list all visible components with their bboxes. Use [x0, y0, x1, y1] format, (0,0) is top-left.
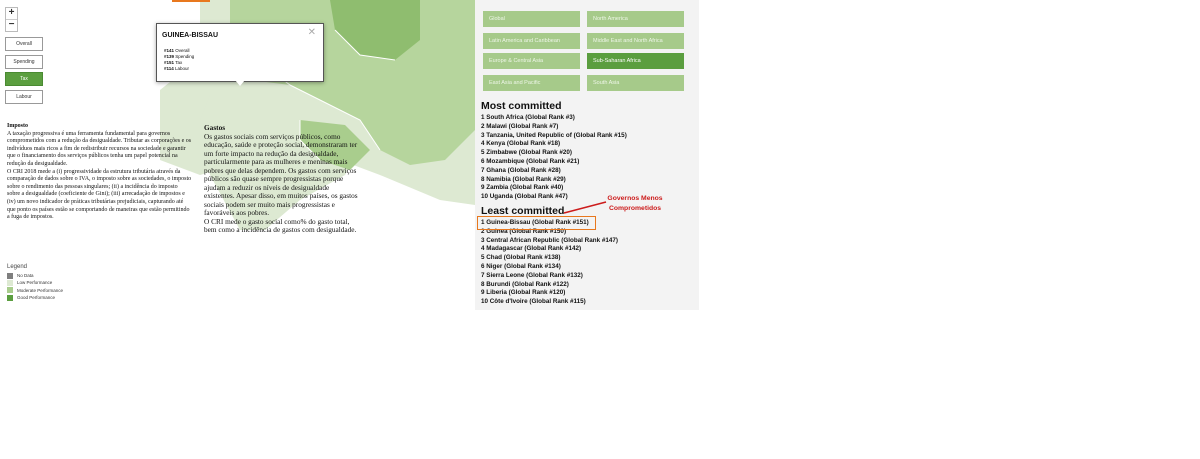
- legend-item: Low Performance: [7, 279, 63, 286]
- list-item: 2 Malawi (Global Rank #7): [481, 122, 559, 130]
- legend-label: Moderate Performance: [17, 287, 64, 293]
- imposto-heading: Imposto: [7, 123, 29, 129]
- list-item: 7 Sierra Leone (Global Rank #132): [481, 271, 583, 279]
- list-item: 4 Kenya (Global Rank #18): [481, 140, 561, 148]
- legend-item: Good Performance: [7, 294, 63, 301]
- popup-rank: #151: [164, 60, 175, 66]
- layer-overall-button[interactable]: Overall: [5, 37, 43, 51]
- annotation-label: Governos Menos Comprometidos: [603, 194, 667, 214]
- most-committed-title: Most committed: [481, 100, 562, 112]
- list-item: 9 Liberia (Global Rank #120): [481, 289, 566, 297]
- close-icon[interactable]: ✕: [308, 27, 316, 38]
- most-committed-list: 1 South Africa (Global Rank #3) 2 Malawi…: [481, 114, 627, 202]
- gastos-paragraph: Os gastos sociais com serviços públicos,…: [204, 131, 358, 217]
- legend-swatch-no-data: [7, 272, 13, 279]
- region-north-america-button[interactable]: North America: [587, 11, 684, 27]
- region-europe-central-asia-button[interactable]: Europe & Central Asia: [483, 53, 580, 69]
- list-item: 5 Chad (Global Rank #138): [481, 254, 561, 262]
- gastos-section: Gastos Os gastos sociais com serviços pú…: [204, 123, 360, 235]
- list-item: 4 Madagascar (Global Rank #142): [481, 245, 582, 253]
- region-east-asia-pacific-button[interactable]: East Asia and Pacific: [483, 75, 580, 91]
- list-item: 6 Mozambique (Global Rank #21): [481, 157, 580, 165]
- region-sub-saharan-africa-button[interactable]: Sub-Saharan Africa: [587, 53, 684, 69]
- ranking-panel: Global North America Latin America and C…: [475, 0, 699, 310]
- popup-rank: #141: [164, 48, 175, 53]
- legend-swatch-low: [7, 279, 13, 286]
- layer-tax-button[interactable]: Tax: [5, 72, 43, 86]
- zoom-control: + −: [5, 7, 18, 32]
- list-item: 5 Zimbabwe (Global Rank #20): [481, 149, 572, 157]
- list-item: 3 Central African Republic (Global Rank …: [481, 236, 618, 244]
- legend-swatch-good: [7, 294, 13, 301]
- popup-pointer: [235, 80, 245, 86]
- list-item: 7 Ghana (Global Rank #28): [481, 166, 561, 174]
- zoom-in-button[interactable]: +: [6, 8, 17, 19]
- popup-country-name: GUINEA-BISSAU: [162, 32, 219, 39]
- zoom-out-button[interactable]: −: [6, 19, 17, 31]
- layer-labour-button[interactable]: Labour: [5, 89, 43, 104]
- list-item: 1 South Africa (Global Rank #3): [481, 114, 575, 121]
- popup-label: Tax: [175, 60, 183, 66]
- popup-label: Labour: [175, 66, 190, 72]
- popup-rank: #114: [164, 66, 174, 72]
- legend-label: Good Performance: [17, 295, 56, 301]
- legend-label: Low Performance: [17, 280, 53, 286]
- least-committed-list: 1 Guinea-Bissau (Global Rank #151) 2 Gui…: [481, 219, 618, 307]
- region-mena-button[interactable]: Middle East and North Africa: [587, 33, 684, 49]
- list-item: 6 Niger (Global Rank #134): [481, 262, 561, 270]
- list-item: 8 Burundi (Global Rank #122): [481, 280, 569, 288]
- popup-label: Overall: [175, 48, 190, 53]
- legend-swatch-moderate: [7, 287, 13, 294]
- active-tab-indicator: [172, 0, 210, 2]
- list-item: 9 Zambia (Global Rank #40): [481, 184, 564, 192]
- region-global-button[interactable]: Global: [483, 11, 580, 27]
- imposto-section: Imposto A taxação progressiva é uma ferr…: [7, 123, 192, 222]
- popup-rank: #139: [164, 54, 175, 60]
- imposto-paragraph-2: O CRI 2018 mede a (i) progressividade da…: [7, 168, 192, 221]
- gastos-paragraph-2: O CRI mede o gasto social como% do gasto…: [204, 216, 357, 234]
- list-item: 10 Côte d'Ivoire (Global Rank #115): [481, 298, 586, 306]
- layer-selector: Overall Spending Tax Labour: [5, 37, 43, 107]
- legend-item: Moderate Performance: [7, 287, 63, 294]
- popup-rank-list: #141 Overall #139 Spending #151 Tax #114…: [164, 48, 194, 72]
- imposto-paragraph: A taxação progressiva é uma ferramenta f…: [7, 130, 192, 167]
- annotation-line-2: Comprometidos: [608, 205, 662, 212]
- annotation-line-1: Governos Menos: [607, 195, 663, 202]
- region-south-asia-button[interactable]: South Asia: [587, 75, 684, 91]
- popup-row: #114 Labour: [164, 66, 194, 72]
- region-latin-america-button[interactable]: Latin America and Caribbean: [483, 33, 580, 49]
- map-legend: Legend No Data Low Performance Moderate …: [7, 264, 63, 301]
- popup-label: Spending: [175, 54, 195, 60]
- legend-item: No Data: [7, 272, 63, 279]
- country-popup: GUINEA-BISSAU ✕ #141 Overall #139 Spendi…: [156, 23, 324, 86]
- legend-title: Legend: [7, 264, 28, 270]
- legend-label: No Data: [17, 273, 34, 279]
- layer-spending-button[interactable]: Spending: [5, 54, 43, 69]
- list-item: 8 Namibia (Global Rank #29): [481, 175, 566, 183]
- list-item: 3 Tanzania, United Republic of (Global R…: [481, 131, 627, 139]
